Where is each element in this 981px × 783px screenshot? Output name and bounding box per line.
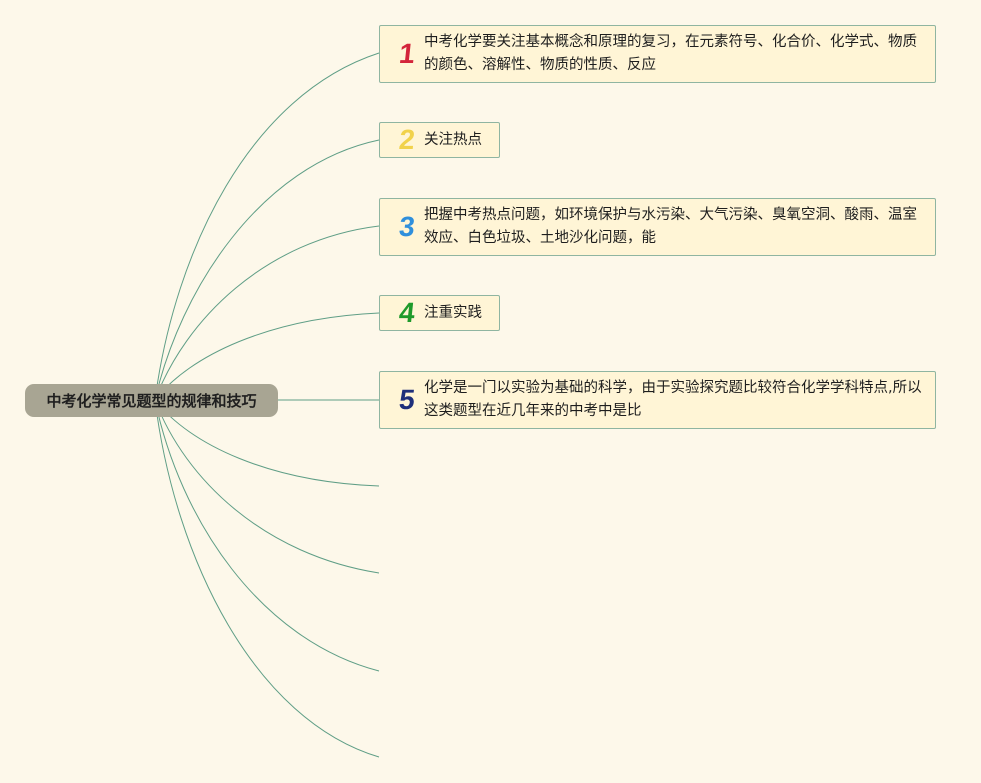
topic-4-text: 注重实践 [424,304,482,321]
number-3-icon: 3 [397,211,417,242]
topic-1-text: 中考化学要关注基本概念和原理的复习，在元素符号、化合价、化学式、物质的颜色、溶解… [424,34,917,73]
topic-2-text: 关注热点 [424,131,482,148]
connector-topic-1 [154,52,380,401]
topic-1[interactable]: 1 中考化学要关注基本概念和原理的复习，在元素符号、化合价、化学式、物质的颜色、… [379,25,936,83]
connector-empty-branch [154,399,380,574]
number-2-icon: 2 [397,124,417,155]
connector-topic-2 [154,139,380,401]
central-topic[interactable]: 中考化学常见题型的规律和技巧 [25,384,278,417]
number-5-icon: 5 [397,384,417,415]
topic-3[interactable]: 3 把握中考热点问题，如环境保护与水污染、大气污染、臭氧空洞、酸雨、温室效应、白… [379,198,936,256]
topic-5-text: 化学是一门以实验为基础的科学，由于实验探究题比较符合化学学科特点,所以这类题型在… [424,380,922,419]
topic-2[interactable]: 2 关注热点 [379,122,500,158]
topic-4[interactable]: 4 注重实践 [379,295,500,331]
central-topic-label: 中考化学常见题型的规律和技巧 [46,392,257,410]
topic-3-text: 把握中考热点问题，如环境保护与水污染、大气污染、臭氧空洞、酸雨、温室效应、白色垃… [424,207,917,246]
number-4-icon: 4 [397,297,417,328]
connector-topic-3 [154,225,380,401]
topic-5[interactable]: 5 化学是一门以实验为基础的科学，由于实验探究题比较符合化学学科特点,所以这类题… [379,371,936,429]
connector-empty-branch [154,399,380,758]
number-1-icon: 1 [397,38,417,69]
connector-empty-branch [154,399,380,672]
